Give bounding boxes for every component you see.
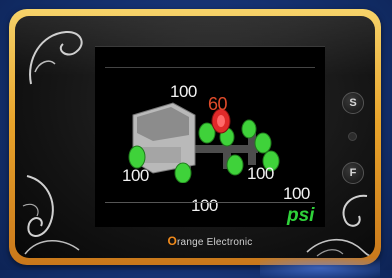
- swirl-bottom-left-icon: [22, 175, 80, 255]
- brand-initial: O: [167, 234, 178, 248]
- background-glow: [260, 258, 380, 278]
- tire-pressure-left-mid: 100: [122, 166, 149, 185]
- function-button[interactable]: F: [342, 162, 364, 184]
- tire-pressure-right-mid: 100: [247, 164, 274, 183]
- tire-pressure-right-low: 100: [283, 184, 310, 203]
- set-button[interactable]: S: [342, 92, 364, 114]
- pressure-unit-label: psi: [287, 205, 315, 226]
- screen-divider-bottom: [105, 202, 315, 203]
- screen-divider-top: [105, 67, 315, 68]
- brand-name: range Electronic: [177, 237, 253, 248]
- brand-logo: Orange Electronic: [155, 234, 265, 248]
- swirl-top-left-icon: [29, 30, 83, 85]
- tire-pressure-alert: 60: [208, 94, 228, 114]
- lcd-screen: 100 60 100 100 100 100 psi: [95, 46, 325, 227]
- status-indicator-light: [348, 132, 357, 141]
- tire-pressure-top: 100: [170, 82, 197, 101]
- tire-pressure-bottom: 100: [191, 196, 218, 215]
- tpms-monitor: 100 60 100 100 100 100 psi Orange Electr…: [15, 16, 375, 258]
